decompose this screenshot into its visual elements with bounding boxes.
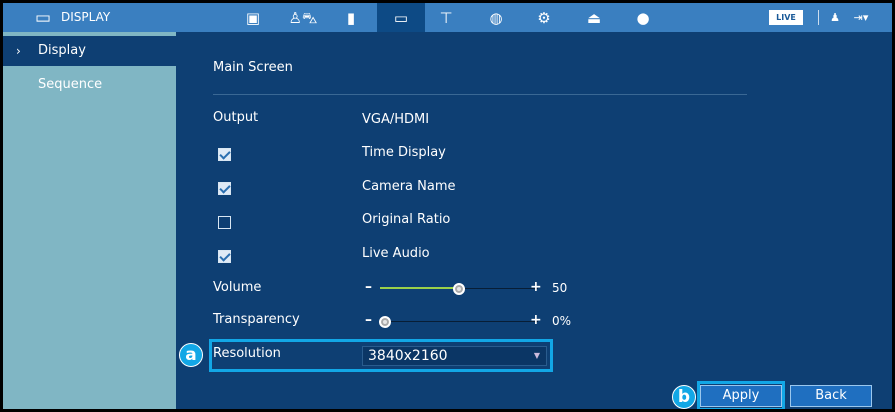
camera-icon[interactable]: ⊤ bbox=[436, 8, 456, 28]
live-button[interactable]: LIVE bbox=[769, 10, 803, 25]
time-display-checkbox[interactable] bbox=[218, 148, 231, 161]
resolution-select[interactable]: 3840x2160 ▼ bbox=[362, 346, 547, 366]
slider-fill bbox=[380, 287, 459, 289]
monitor-icon: ▭ bbox=[34, 8, 52, 28]
resolution-label: Resolution bbox=[213, 346, 281, 361]
chevron-down-icon: ▼ bbox=[533, 351, 540, 360]
apply-button[interactable]: Apply bbox=[700, 385, 782, 407]
slider-knob[interactable] bbox=[453, 283, 465, 295]
time-display-label: Time Display bbox=[362, 145, 446, 160]
page-title: DISPLAY bbox=[61, 10, 111, 24]
divider bbox=[213, 94, 747, 95]
sidebar: › Display Sequence bbox=[3, 32, 176, 409]
live-audio-label: Live Audio bbox=[362, 246, 430, 261]
annotation-badge-a: a bbox=[179, 343, 203, 367]
account-icon[interactable]: ● bbox=[633, 8, 653, 28]
decrease-icon[interactable]: – bbox=[365, 279, 372, 295]
sidebar-item-label: Display bbox=[38, 43, 86, 58]
slider-knob[interactable] bbox=[379, 316, 391, 328]
transparency-label: Transparency bbox=[213, 312, 300, 327]
user-icon[interactable]: ♟ bbox=[825, 8, 845, 28]
volume-slider[interactable]: – + 50 bbox=[362, 279, 572, 296]
top-bar: ▭ DISPLAY ▣ ♙⛍ ▮ ▭ ⊤ ◍ ⚙ ⏏ ● LIVE ♟ ⇥▾ bbox=[3, 3, 892, 32]
annotation-badge-b: b bbox=[672, 385, 696, 409]
network-icon[interactable]: ◍ bbox=[486, 8, 506, 28]
playback-icon[interactable]: ▣ bbox=[243, 8, 263, 28]
display-settings-window: ▭ DISPLAY ▣ ♙⛍ ▮ ▭ ⊤ ◍ ⚙ ⏏ ● LIVE ♟ ⇥▾ ›… bbox=[3, 3, 892, 409]
transparency-value: 0% bbox=[552, 314, 572, 328]
sidebar-item-label: Sequence bbox=[38, 77, 103, 92]
camera-name-label: Camera Name bbox=[362, 179, 456, 194]
output-label: Output bbox=[213, 110, 259, 125]
sidebar-item-display[interactable]: › Display bbox=[3, 36, 176, 66]
person-vehicle-icon[interactable]: ♙⛍ bbox=[288, 8, 318, 28]
decrease-icon[interactable]: – bbox=[365, 312, 372, 328]
transparency-slider[interactable]: – + 0% bbox=[362, 312, 572, 329]
section-title: Main Screen bbox=[213, 60, 293, 75]
original-ratio-checkbox[interactable] bbox=[218, 216, 231, 229]
chevron-right-icon: › bbox=[16, 44, 21, 58]
increase-icon[interactable]: + bbox=[530, 279, 542, 295]
resolution-value: 3840x2160 bbox=[368, 348, 448, 364]
slider-track bbox=[380, 321, 538, 322]
back-button[interactable]: Back bbox=[790, 385, 872, 407]
original-ratio-label: Original Ratio bbox=[362, 212, 451, 227]
logout-icon[interactable]: ⇥▾ bbox=[851, 8, 871, 28]
settings-icon[interactable]: ⚙ bbox=[534, 8, 554, 28]
volume-value: 50 bbox=[552, 281, 568, 295]
increase-icon[interactable]: + bbox=[530, 312, 542, 328]
sidebar-item-sequence[interactable]: Sequence bbox=[3, 70, 176, 100]
volume-label: Volume bbox=[213, 280, 262, 295]
divider bbox=[818, 10, 819, 25]
output-value: VGA/HDMI bbox=[362, 112, 430, 127]
camera-name-checkbox[interactable] bbox=[218, 182, 231, 195]
live-audio-checkbox[interactable] bbox=[218, 250, 231, 263]
display-icon[interactable]: ▭ bbox=[391, 8, 411, 28]
usb-icon[interactable]: ▮ bbox=[341, 8, 361, 28]
storage-icon[interactable]: ⏏ bbox=[584, 8, 604, 28]
main-panel: Main Screen Output VGA/HDMI Time Display… bbox=[176, 32, 892, 409]
